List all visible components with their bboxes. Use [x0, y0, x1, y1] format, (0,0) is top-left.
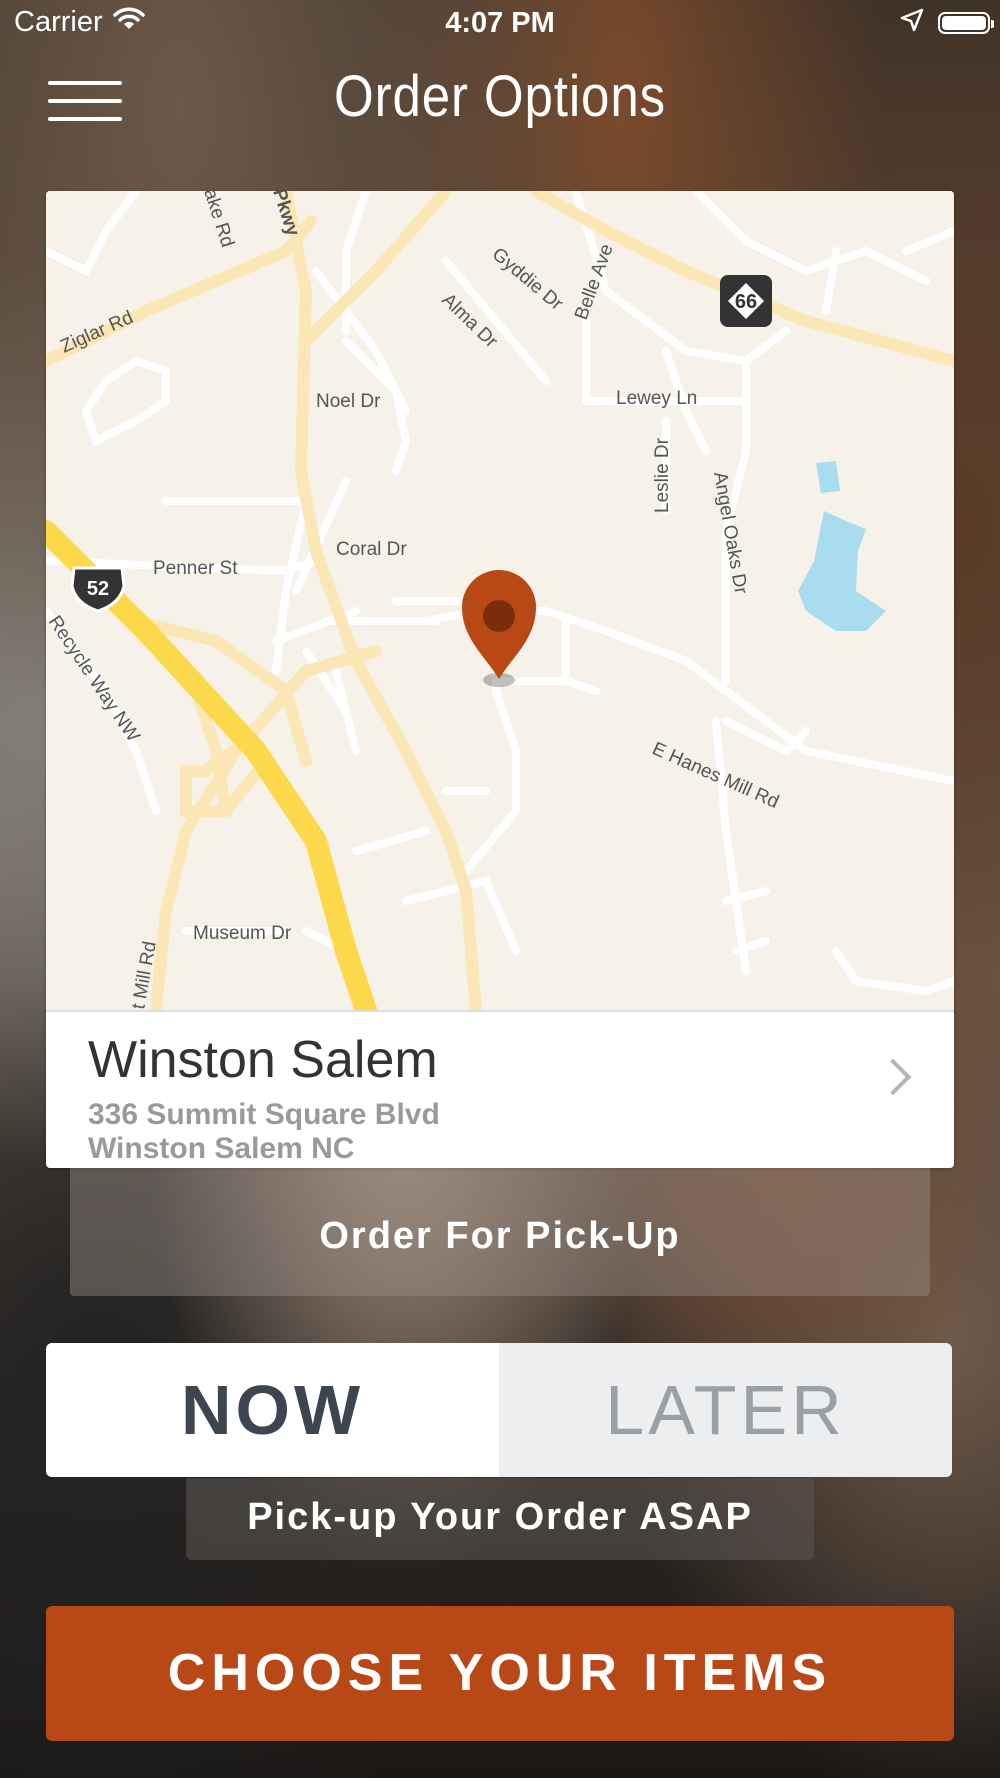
map-label-recycle: Recycle Way NW	[46, 612, 144, 746]
map-label-leslie: Leslie Dr	[652, 437, 673, 513]
location-address-line2: Winston Salem NC	[88, 1132, 355, 1165]
map-label-ziglar: Ziglar Rd	[57, 307, 136, 358]
location-selector[interactable]: Winston Salem 336 Summit Square Blvd Win…	[46, 1012, 954, 1168]
location-name: Winston Salem	[88, 1031, 438, 1089]
map-label-noel: Noel Dr	[316, 391, 381, 412]
timing-note: Pick-up Your Order ASAP	[186, 1478, 814, 1560]
map-label-lewey: Lewey Ln	[616, 388, 697, 409]
segment-now[interactable]: NOW	[46, 1343, 499, 1477]
status-time: 4:07 PM	[445, 7, 555, 39]
order-type-label: Order For Pick-Up	[70, 1168, 930, 1296]
location-address-line1: 336 Summit Square Blvd	[88, 1098, 440, 1131]
map-label-gyddie: Gyddie Dr	[488, 244, 568, 315]
chevron-right-icon	[874, 1058, 912, 1096]
segment-later[interactable]: LATER	[499, 1343, 952, 1477]
page-title: Order Options	[333, 64, 666, 129]
map-label-penner: Penner St	[153, 558, 238, 579]
nav-bar: Order Options	[0, 55, 1000, 135]
timing-segmented-control: NOW LATER	[46, 1343, 952, 1477]
nc66-shield-label: 66	[735, 291, 757, 313]
map-label-coral: Coral Dr	[336, 539, 407, 560]
map-pin-icon[interactable]	[462, 570, 536, 687]
pond	[798, 461, 886, 631]
map-view[interactable]: Ziglar Rd ake Rd Pkwy Gyddie Dr Belle Av…	[46, 191, 954, 1012]
location-card: Ziglar Rd ake Rd Pkwy Gyddie Dr Belle Av…	[46, 191, 954, 1168]
map-label-pkwy: Pkwy	[268, 191, 303, 239]
status-bar: Carrier 4:07 PM	[0, 0, 1000, 50]
battery-icon	[938, 11, 994, 34]
nc66-shield: 66	[720, 275, 772, 327]
us52-shield-label: 52	[87, 578, 109, 600]
map-label-belle: Belle Ave	[571, 241, 618, 322]
map-label-lake: ake Rd	[199, 191, 238, 250]
map-label-museum: Museum Dr	[193, 923, 292, 944]
location-arrow-icon	[900, 8, 924, 37]
choose-items-button[interactable]: CHOOSE YOUR ITEMS	[46, 1606, 954, 1741]
status-right	[900, 8, 994, 37]
map-label-angel: Angel Oaks Dr	[709, 470, 751, 596]
